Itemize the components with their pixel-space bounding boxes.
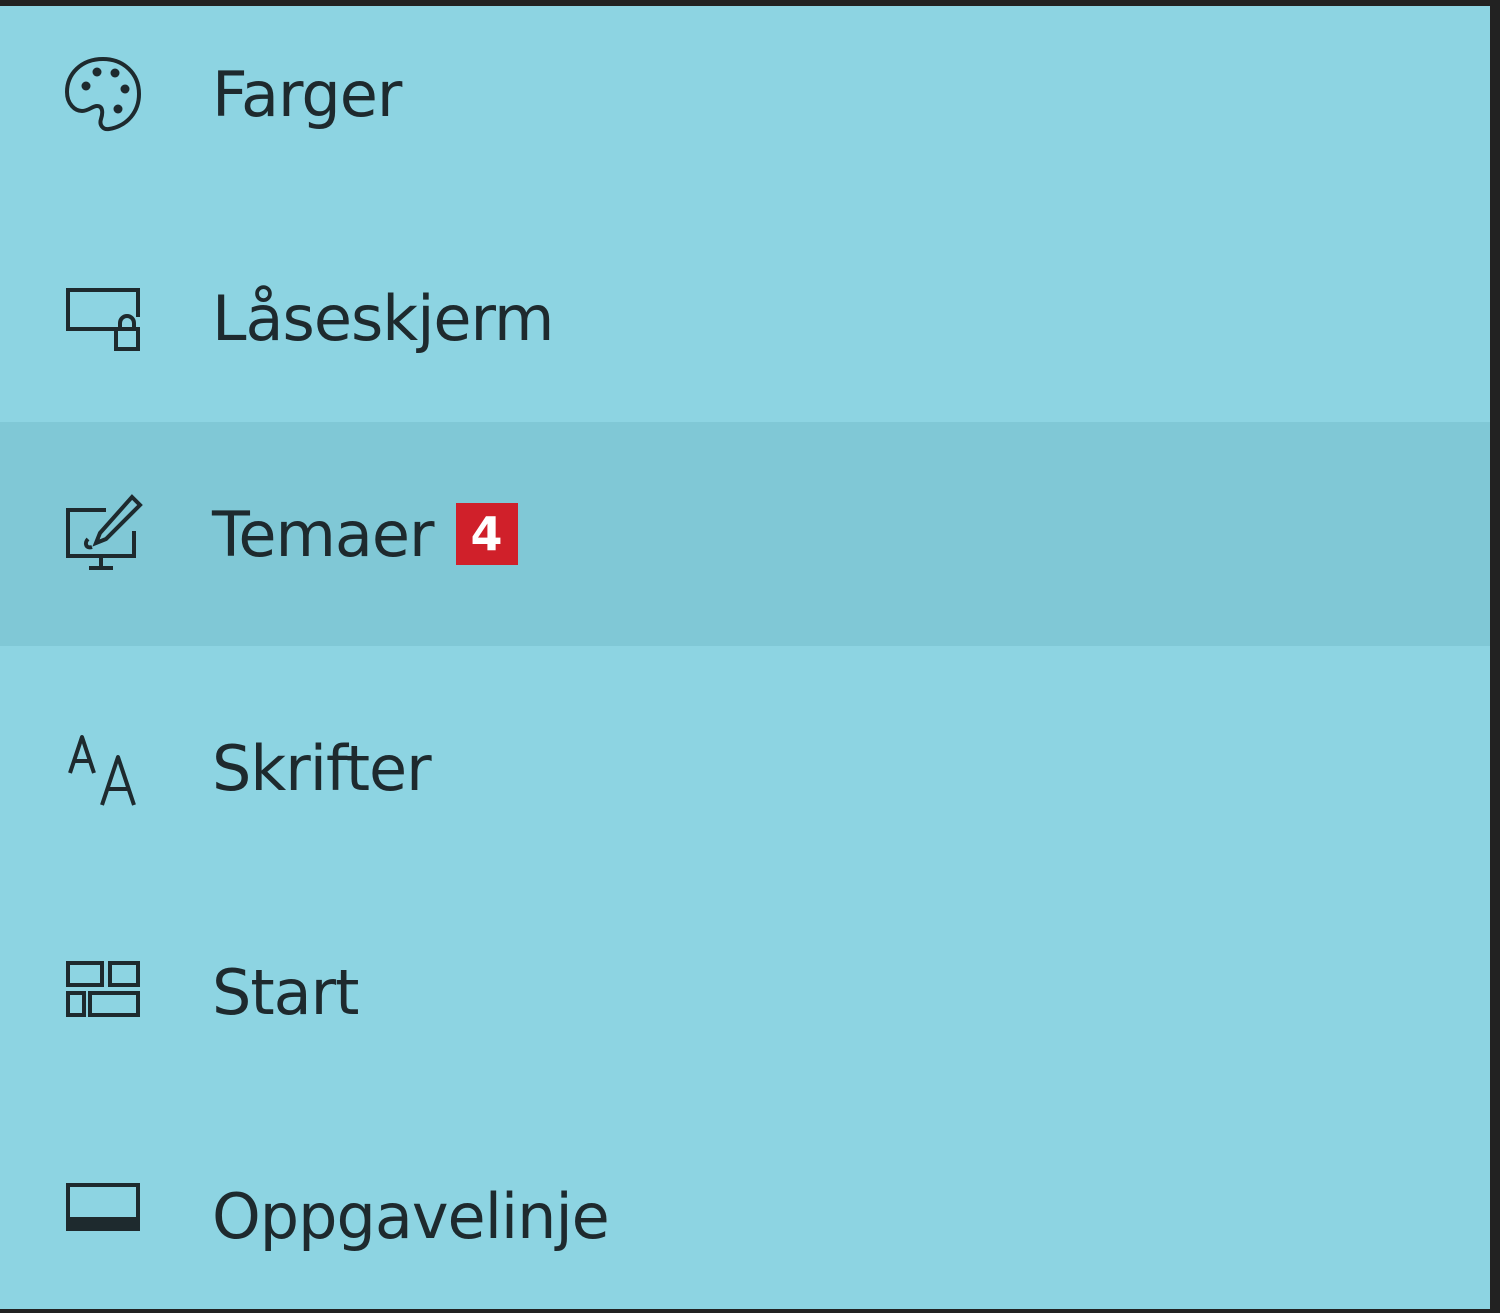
nav-item-label: Farger	[212, 57, 402, 131]
palette-icon	[62, 53, 144, 135]
nav-item-label: Start	[212, 955, 359, 1029]
nav-item-skrifter[interactable]: Skrifter	[0, 656, 1490, 880]
nav-item-label-text: Temaer	[212, 497, 435, 571]
taskbar-icon	[62, 1175, 144, 1257]
nav-item-temaer[interactable]: Temaer 4	[0, 422, 1490, 646]
nav-item-farger[interactable]: Farger	[0, 6, 1490, 206]
nav-item-laseskjerm[interactable]: Låseskjerm	[0, 206, 1490, 430]
nav-item-label: Skrifter	[212, 731, 432, 805]
personalization-nav: Farger Låseskjerm Temaer 4 Skrifter Star…	[0, 6, 1490, 1309]
settings-window: Farger Låseskjerm Temaer 4 Skrifter Star…	[0, 0, 1500, 1313]
nav-item-oppgavelinje[interactable]: Oppgavelinje	[0, 1104, 1490, 1309]
nav-item-label: Temaer 4	[212, 498, 518, 571]
notification-badge: 4	[455, 503, 518, 565]
start-icon	[62, 951, 144, 1033]
nav-item-start[interactable]: Start	[0, 880, 1490, 1104]
nav-item-label: Låseskjerm	[212, 281, 554, 355]
themes-icon	[62, 493, 144, 575]
fonts-icon	[62, 727, 144, 809]
lock-screen-icon	[62, 277, 144, 359]
nav-item-label: Oppgavelinje	[212, 1179, 610, 1253]
